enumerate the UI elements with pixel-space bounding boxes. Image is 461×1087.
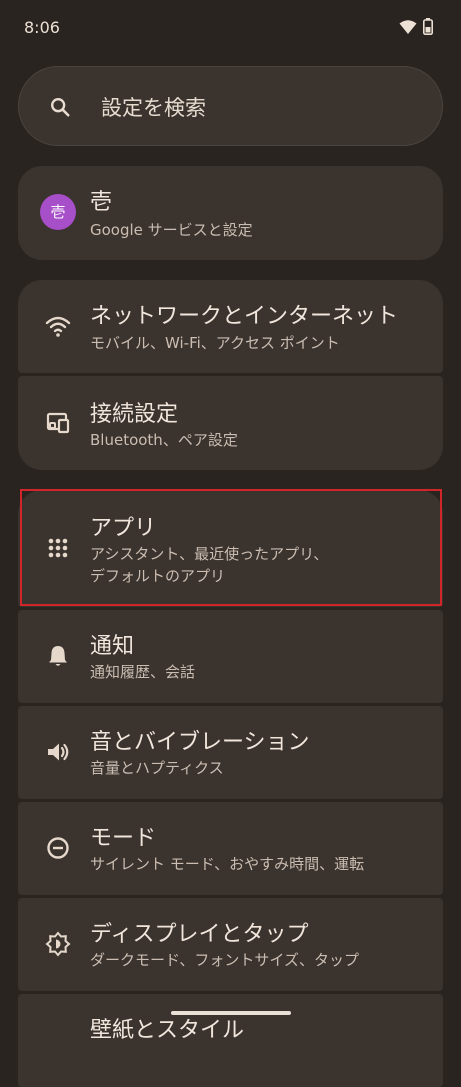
settings-item-network[interactable]: ネットワークとインターネット モバイル、Wi-Fi、アクセス ポイント (18, 280, 443, 373)
gesture-nav-handle[interactable] (171, 1011, 291, 1015)
settings-item-modes[interactable]: モード サイレント モード、おやすみ時間、運転 (18, 802, 443, 895)
wifi-icon (45, 316, 71, 337)
row-subtitle: 通知履歴、会話 (90, 663, 196, 681)
status-time: 8:06 (24, 18, 60, 37)
row-title: 壁紙とスタイル (90, 1018, 245, 1043)
row-title: 音とバイブレーション (90, 730, 310, 755)
volume-icon (48, 743, 69, 761)
account-subtitle: Google サービスと設定 (90, 221, 253, 239)
row-title: ディスプレイとタップ (90, 922, 309, 947)
settings-item-apps[interactable]: アプリ アシスタント、最近使ったアプリ、 デフォルトのアプリ (18, 490, 443, 607)
row-subtitle: モバイル、Wi-Fi、アクセス ポイント (90, 334, 340, 352)
settings-group-connectivity: ネットワークとインターネット モバイル、Wi-Fi、アクセス ポイント 接続設定… (18, 280, 443, 470)
row-subtitle-line1: アシスタント、最近使ったアプリ、 (90, 545, 329, 563)
row-subtitle: Bluetooth、ペア設定 (90, 431, 238, 449)
row-title: ネットワークとインターネット (90, 304, 399, 329)
battery-icon (423, 18, 433, 35)
status-bar: 8:06 (0, 0, 461, 56)
settings-item-notifications[interactable]: 通知 通知履歴、会話 (18, 610, 443, 703)
account-card[interactable]: 壱 壱 Google サービスと設定 (18, 166, 443, 260)
status-icons (399, 18, 433, 35)
row-subtitle: ダークモード、フォントサイズ、タップ (90, 951, 359, 969)
devices-icon (46, 412, 70, 434)
row-title: アプリ (90, 516, 157, 541)
account-name: 壱 (90, 190, 113, 215)
search-icon (51, 98, 70, 117)
row-subtitle: サイレント モード、おやすみ時間、運転 (90, 855, 365, 873)
search-placeholder: 設定を検索 (101, 96, 206, 120)
wifi-icon (399, 19, 417, 34)
apps-grid-icon (48, 538, 68, 558)
row-subtitle-line2: デフォルトのアプリ (90, 567, 226, 585)
bell-icon (49, 646, 67, 666)
settings-item-sound[interactable]: 音とバイブレーション 音量とハプティクス (18, 706, 443, 799)
row-title: 接続設定 (90, 402, 179, 427)
search-bar[interactable]: 設定を検索 (18, 66, 443, 146)
settings-group-main: アプリ アシスタント、最近使ったアプリ、 デフォルトのアプリ 通知 通知履歴、会… (18, 490, 443, 1087)
brightness-icon (45, 931, 71, 957)
settings-item-display[interactable]: ディスプレイとタップ ダークモード、フォントサイズ、タップ (18, 898, 443, 991)
row-title: モード (90, 826, 157, 851)
minus-circle-icon (47, 837, 69, 859)
avatar: 壱 (40, 194, 76, 230)
settings-item-wallpaper[interactable]: 壁紙とスタイル (18, 994, 443, 1087)
row-subtitle: 音量とハプティクス (90, 759, 224, 777)
settings-item-connected-devices[interactable]: 接続設定 Bluetooth、ペア設定 (18, 376, 443, 470)
row-title: 通知 (90, 634, 135, 659)
